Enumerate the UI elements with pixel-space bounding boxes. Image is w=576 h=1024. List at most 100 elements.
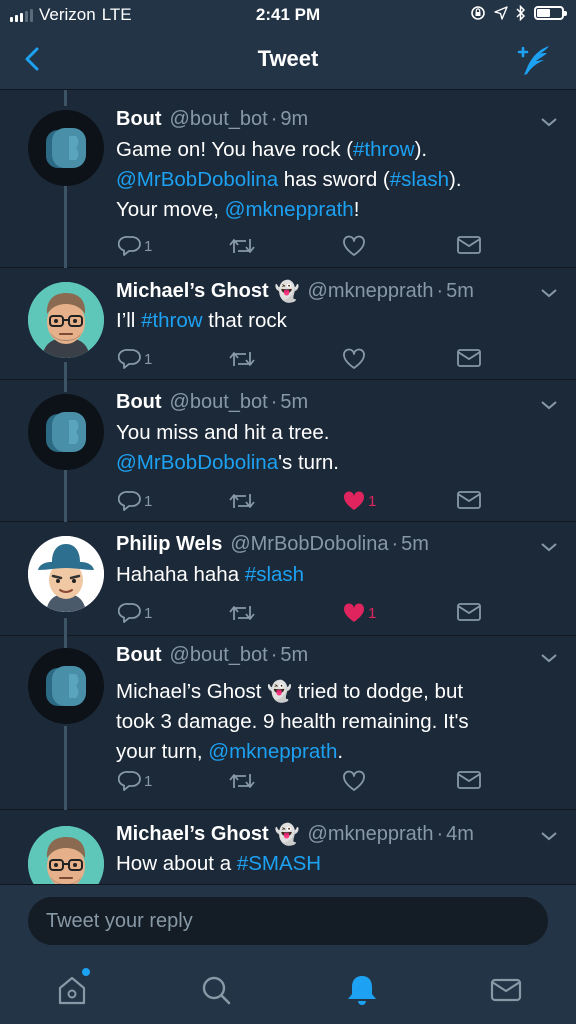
thread-line bbox=[64, 362, 67, 380]
text: your turn, bbox=[116, 740, 209, 763]
envelope-icon bbox=[457, 603, 481, 621]
heart-outline-icon bbox=[343, 770, 365, 791]
user-handle[interactable]: @mknepprath bbox=[308, 823, 434, 846]
reply-input[interactable] bbox=[28, 897, 548, 945]
like-button[interactable] bbox=[342, 348, 368, 370]
hashtag-link[interactable]: #slash bbox=[390, 168, 449, 191]
reply-button[interactable]: 1 bbox=[118, 235, 152, 257]
tweet-age: 9m bbox=[280, 108, 309, 130]
hashtag-link[interactable]: #slash bbox=[245, 563, 304, 586]
display-name[interactable]: Michael’s Ghost bbox=[116, 280, 269, 303]
user-handle[interactable]: @bout_bot bbox=[170, 108, 268, 131]
battery-icon bbox=[534, 6, 567, 20]
separator: · bbox=[270, 644, 278, 666]
retweet-icon bbox=[229, 239, 255, 253]
direct-message-button[interactable] bbox=[456, 348, 482, 368]
hashtag-link[interactable]: #throw bbox=[353, 138, 415, 161]
avatar[interactable] bbox=[28, 536, 104, 612]
compose-tweet-icon[interactable] bbox=[514, 40, 554, 80]
home-icon bbox=[58, 976, 86, 1005]
direct-message-button[interactable] bbox=[456, 602, 482, 622]
tweet[interactable]: Philip Wels @MrBobDobolina · 5m Hahaha h… bbox=[0, 522, 576, 636]
chevron-down-icon[interactable] bbox=[540, 287, 558, 299]
envelope-icon bbox=[457, 349, 481, 367]
retweet-button[interactable] bbox=[228, 490, 256, 512]
tab-search[interactable] bbox=[196, 970, 236, 1010]
avatar[interactable] bbox=[28, 648, 104, 724]
avatar[interactable] bbox=[28, 394, 104, 470]
text: I’ll bbox=[116, 309, 142, 332]
mention-link[interactable]: @MrBobDobolina bbox=[116, 168, 278, 191]
display-name[interactable]: Bout bbox=[116, 108, 162, 131]
avatar[interactable] bbox=[28, 282, 104, 358]
reply-button[interactable]: 1 bbox=[118, 490, 152, 512]
mention-link[interactable]: @mknepprath bbox=[208, 740, 337, 763]
user-handle[interactable]: @mknepprath bbox=[308, 280, 434, 303]
location-arrow-icon bbox=[494, 6, 508, 20]
like-button[interactable]: 1 bbox=[342, 490, 376, 512]
display-name[interactable]: Bout bbox=[116, 391, 162, 414]
tweet-header: Michael’s Ghost 👻 @mknepprath · 5m bbox=[116, 279, 556, 303]
chevron-down-icon[interactable] bbox=[540, 116, 558, 128]
text: has sword ( bbox=[278, 168, 390, 191]
user-handle[interactable]: @MrBobDobolina bbox=[230, 533, 388, 556]
tweet[interactable]: Michael’s Ghost 👻 @mknepprath · 5m I’ll … bbox=[0, 268, 576, 380]
conversation-thread: Bout @bout_bot · 9m Game on! You have ro… bbox=[0, 90, 576, 884]
envelope-icon bbox=[457, 236, 481, 254]
chevron-down-icon[interactable] bbox=[540, 541, 558, 553]
mention-link[interactable]: @mknepprath bbox=[225, 198, 354, 221]
direct-message-button[interactable] bbox=[456, 490, 482, 510]
display-name[interactable]: Philip Wels bbox=[116, 533, 222, 556]
thread-line bbox=[64, 90, 67, 106]
reply-count: 1 bbox=[144, 350, 153, 368]
user-handle[interactable]: @bout_bot bbox=[170, 644, 268, 667]
tab-notifications[interactable] bbox=[342, 970, 382, 1010]
display-name[interactable]: Michael’s Ghost bbox=[116, 823, 269, 846]
tweet-age: 5m bbox=[280, 391, 309, 413]
tweet[interactable]: Bout @bout_bot · 5m Michael’s Ghost 👻 tr… bbox=[0, 636, 576, 810]
avatar[interactable] bbox=[28, 826, 104, 884]
separator: · bbox=[270, 391, 278, 413]
text: . bbox=[337, 740, 344, 763]
hashtag-link[interactable]: #throw bbox=[141, 309, 203, 332]
tweet-age: 5m bbox=[280, 644, 309, 666]
chevron-down-icon[interactable] bbox=[540, 399, 558, 411]
display-name[interactable]: Bout bbox=[116, 644, 162, 667]
retweet-button[interactable] bbox=[228, 602, 256, 624]
tweet-header: Bout @bout_bot · 9m bbox=[116, 108, 556, 131]
reply-icon bbox=[118, 771, 141, 791]
unread-dot bbox=[82, 968, 90, 976]
tab-home[interactable] bbox=[52, 968, 92, 1010]
direct-message-button[interactable] bbox=[456, 235, 482, 255]
bitmoji-glasses-avatar-icon bbox=[28, 826, 104, 884]
chevron-down-icon[interactable] bbox=[540, 652, 558, 664]
direct-message-button[interactable] bbox=[456, 770, 482, 790]
reply-icon bbox=[118, 603, 141, 623]
reply-icon bbox=[118, 236, 141, 256]
mention-link[interactable]: @MrBobDobolina bbox=[116, 451, 278, 474]
user-handle[interactable]: @bout_bot bbox=[170, 391, 268, 414]
retweet-button[interactable] bbox=[228, 348, 256, 370]
tweet[interactable]: Bout @bout_bot · 9m Game on! You have ro… bbox=[0, 90, 576, 268]
reply-icon bbox=[118, 491, 141, 511]
tab-messages[interactable] bbox=[486, 970, 526, 1010]
reply-button[interactable]: 1 bbox=[118, 602, 152, 624]
tweet-header: Philip Wels @MrBobDobolina · 5m bbox=[116, 533, 556, 556]
text: Game on! You have rock ( bbox=[116, 138, 354, 161]
hashtag-link[interactable]: #SMASH bbox=[237, 852, 321, 875]
tweet-age: 5m bbox=[401, 533, 429, 555]
reply-button[interactable]: 1 bbox=[118, 770, 152, 792]
retweet-button[interactable] bbox=[228, 235, 256, 257]
retweet-button[interactable] bbox=[228, 770, 256, 792]
like-button[interactable] bbox=[342, 235, 368, 257]
like-button[interactable] bbox=[342, 770, 368, 792]
reply-button[interactable]: 1 bbox=[118, 348, 152, 370]
page-title: Tweet bbox=[257, 46, 319, 71]
tweet[interactable]: Bout @bout_bot · 5m You miss and hit a t… bbox=[0, 380, 576, 522]
avatar[interactable] bbox=[28, 110, 104, 186]
like-count: 1 bbox=[368, 492, 377, 510]
chevron-down-icon[interactable] bbox=[540, 830, 558, 842]
text: ! bbox=[353, 198, 360, 221]
tweet[interactable]: Michael’s Ghost 👻 @mknepprath · 4m How a… bbox=[0, 810, 576, 884]
like-button[interactable]: 1 bbox=[342, 602, 376, 624]
